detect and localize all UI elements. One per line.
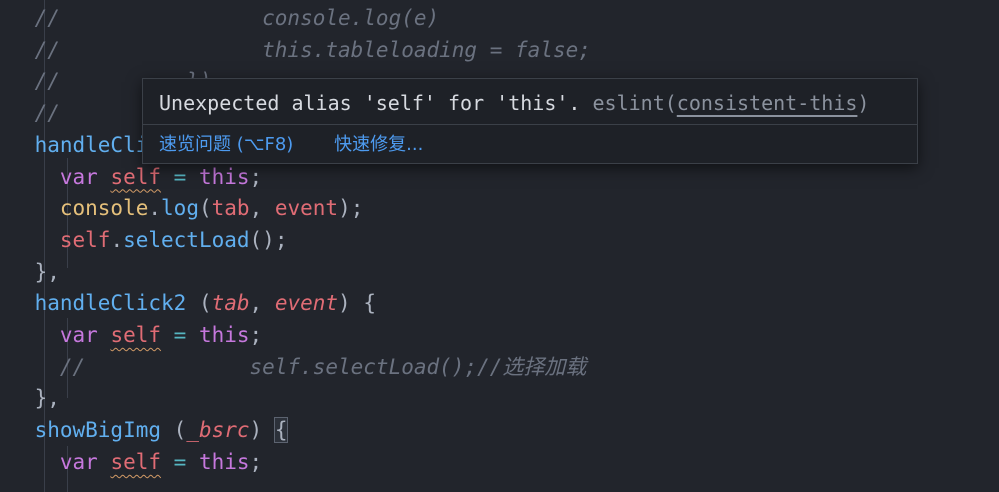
lint-source-close: ) [857,91,870,115]
code-line[interactable]: // self.selectLoad();//选择加载 [0,351,587,383]
code-token: // [34,101,60,126]
code-line[interactable]: var self = this; [0,446,262,478]
code-token: }, [34,259,60,284]
code-token: = [161,164,199,189]
code-token: }, [34,386,60,411]
code-token: this [198,449,250,474]
code-token: . [148,196,162,221]
lint-rule-link[interactable]: consistent-this [677,91,858,115]
code-line[interactable]: console.log(tab, event); [0,192,364,224]
code-line[interactable]: }, [0,382,60,414]
code-token: showBigImg [0,418,162,443]
code-token: tab [211,196,250,221]
code-token: event [274,196,339,221]
code-token: self [110,164,162,189]
code-token: { [273,417,289,444]
quick-fix-button[interactable]: 快速修复... [334,134,423,155]
code-line[interactable]: // console.log(e) [0,2,440,34]
code-token: var [59,323,98,347]
code-line[interactable]: self.selectLoad(); [0,224,288,256]
code-token: ; [249,449,263,474]
code-token: ( [186,291,212,316]
lint-message: Unexpected alias 'self' for 'this'. esli… [159,85,869,121]
code-line[interactable]: var self = this; [0,319,262,351]
code-token: event [274,291,339,316]
code-token: ) { [338,291,376,316]
code-line[interactable]: // [0,97,60,129]
code-token: // self.selectLoad();//选择加载 [0,354,587,379]
code-token: selectLoad [123,227,250,252]
code-token: this [198,164,250,189]
code-token: self [110,323,162,347]
code-token: this [198,323,250,347]
code-line[interactable]: }, [0,256,60,288]
lint-message-text: Unexpected alias 'self' for 'this'. [159,91,593,115]
divider [143,124,917,125]
lint-source: eslint( [592,91,677,115]
code-token: , [249,196,275,221]
code-token: handleClick2 [0,291,187,316]
code-token: var [59,449,98,474]
code-token: . [110,227,124,252]
peek-problem-button[interactable]: 速览问题 (⌥F8) [159,134,293,155]
code-token: = [161,323,199,347]
code-token: ) [249,418,275,443]
code-token: ); [338,196,364,221]
code-token: self [110,449,162,474]
code-token: ( [198,196,212,221]
code-token: tab [211,291,250,316]
lint-hover-popup: Unexpected alias 'self' for 'this'. esli… [142,78,918,164]
code-line[interactable]: // this.tableloading = false; [0,34,591,66]
code-token: ; [249,323,263,347]
code-token: (); [249,227,288,252]
code-token: ; [249,164,263,189]
code-token: , [249,291,275,316]
code-token: // this.tableloading = false; [0,37,591,62]
code-line[interactable]: var self = this; [0,161,262,193]
code-token: var [59,164,98,189]
hover-actions: 速览问题 (⌥F8) 快速修复... [159,129,453,161]
code-token: _bsrc [186,418,250,443]
code-editor[interactable]: // console.log(e) // this.tableloading =… [0,0,999,492]
code-line[interactable]: handleClick2 (tab, event) { [0,287,376,319]
code-token: self [59,227,111,252]
code-token: ( [161,418,187,443]
code-line[interactable]: showBigImg (_bsrc) { [0,414,289,446]
code-token: log [161,196,199,221]
code-token: // console.log(e) [0,6,440,30]
code-token: console [0,196,149,221]
code-token: = [161,449,199,474]
